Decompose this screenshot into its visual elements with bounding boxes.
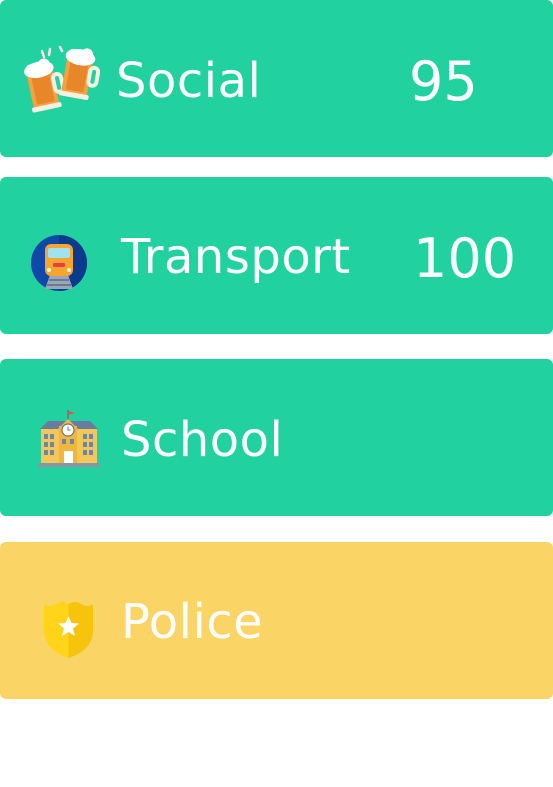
police-badge-icon bbox=[44, 602, 93, 658]
category-card-police[interactable]: Police bbox=[0, 542, 553, 699]
category-card-school[interactable]: School bbox=[0, 359, 553, 516]
category-card-social[interactable]: Social 95 bbox=[0, 0, 553, 157]
category-score: 100 bbox=[413, 227, 517, 290]
category-label: Police bbox=[121, 594, 264, 650]
category-score: 95 bbox=[409, 50, 478, 113]
beer-mugs-icon bbox=[24, 45, 100, 113]
category-label: School bbox=[121, 412, 284, 468]
school-building-icon bbox=[38, 410, 100, 467]
category-card-transport[interactable]: Transport 100 bbox=[0, 177, 553, 334]
train-icon bbox=[31, 235, 87, 291]
category-label: Transport bbox=[121, 229, 351, 285]
category-label: Social bbox=[116, 53, 262, 109]
